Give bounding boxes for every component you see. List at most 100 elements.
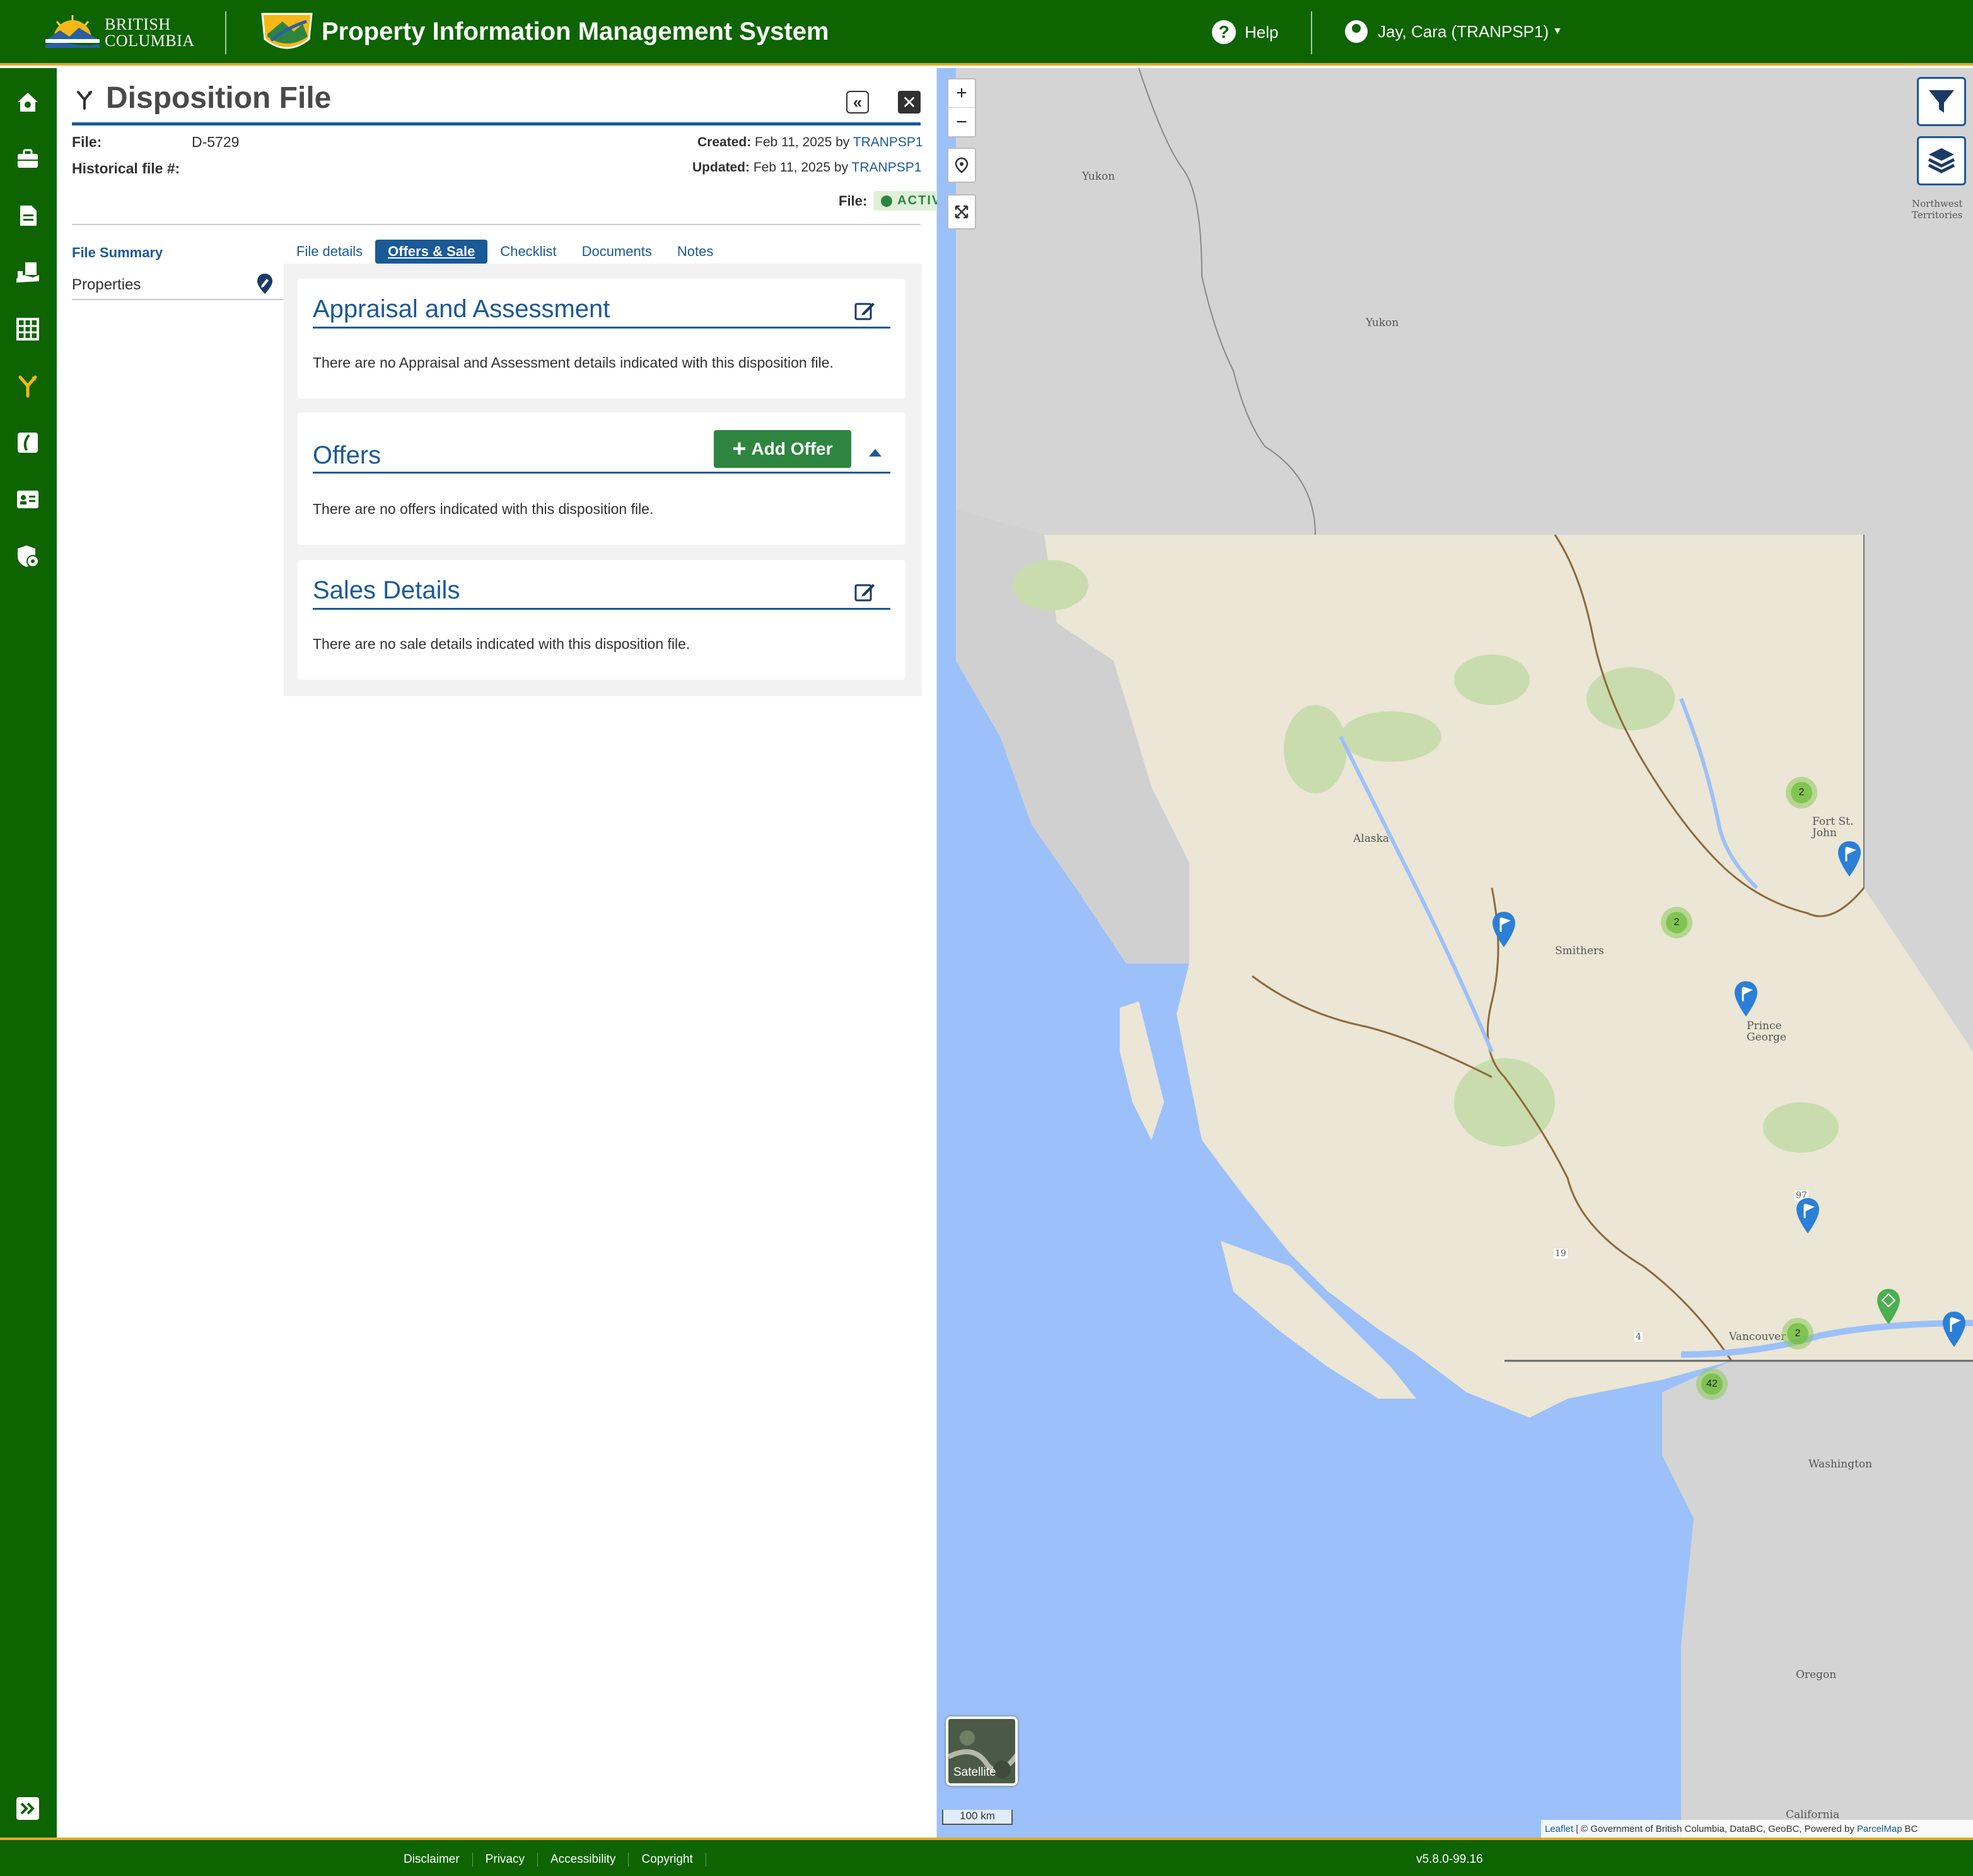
marker-cluster[interactable]: 42 [1696, 1368, 1728, 1400]
layers-button[interactable] [1917, 136, 1966, 185]
bc-wordmark: British Columbia [105, 16, 195, 49]
file-number: D-5729 [192, 134, 240, 150]
updated-by-link[interactable]: TRANPSP1 [852, 160, 922, 175]
caret-down-icon: ▼ [1552, 26, 1563, 37]
edit-icon[interactable] [854, 299, 876, 322]
footer-links: Disclaimer Privacy Accessibility Copyrig… [391, 1853, 706, 1867]
map-attribution: Leaflet | © Government of British Columb… [1541, 1820, 1973, 1838]
app-version: v5.8.0-99.16 [1416, 1853, 1483, 1866]
marker-cluster[interactable]: 2 [1782, 1318, 1813, 1349]
user-menu[interactable]: Jay, Cara (TRANPSP1) ▼ [1345, 20, 1563, 43]
title-underline [72, 122, 921, 125]
attribution-text: | © Government of British Columbia, Data… [1576, 1823, 1854, 1834]
updated-date: Feb 11, 2025 by [753, 160, 849, 175]
bc-government-logo[interactable]: British Columbia [44, 13, 195, 53]
parcelmap-link[interactable]: ParcelMap [1857, 1824, 1902, 1834]
map-marker-icon[interactable] [1491, 911, 1517, 948]
map-marker-icon[interactable] [1795, 1197, 1821, 1235]
app-header: British Columbia Property Information Ma… [0, 0, 1973, 66]
edit-icon[interactable] [854, 580, 876, 603]
footer-link-accessibility[interactable]: Accessibility [538, 1853, 629, 1867]
help-label: Help [1245, 22, 1279, 42]
pims-logo-icon [261, 13, 313, 49]
file-summary-link[interactable]: File Summary [72, 245, 163, 261]
footer-link-disclaimer[interactable]: Disclaimer [391, 1853, 473, 1867]
properties-item[interactable]: Properties [72, 274, 284, 300]
map-marker-icon[interactable] [1733, 980, 1759, 1018]
offers-sale-content: Appraisal and Assessment There are no Ap… [284, 264, 922, 696]
fullscreen-button[interactable] [947, 194, 976, 230]
map-label-fort-st-john-line1: Fort St. [1812, 815, 1854, 828]
map-label-prince-george-line2: George [1747, 1031, 1786, 1044]
chevron-up-icon[interactable] [869, 449, 882, 457]
app-title: Property Information Management System [322, 18, 829, 45]
footer-link-privacy[interactable]: Privacy [473, 1853, 538, 1867]
tab-checklist[interactable]: Checklist [487, 240, 569, 264]
map-label-prince-george: Prince George [1747, 1020, 1786, 1043]
user-name: Jay, Cara (TRANPSP1) [1378, 21, 1549, 41]
tab-file-details[interactable]: File details [284, 240, 375, 264]
leaflet-link[interactable]: Leaflet [1545, 1824, 1573, 1834]
filter-button[interactable] [1917, 77, 1966, 126]
close-panel-button[interactable]: ✕ [898, 91, 921, 114]
highway-4-shield: 4 [1634, 1332, 1643, 1342]
user-avatar-icon [1345, 20, 1368, 43]
map-label-alaska: Alaska [1353, 832, 1390, 845]
map-label-california: California [1786, 1809, 1840, 1821]
map-marker-icon[interactable] [1941, 1310, 1967, 1348]
tab-documents[interactable]: Documents [569, 240, 665, 264]
created-row: Created: Feb 11, 2025 by TRANPSP1 [697, 135, 923, 150]
map-view[interactable]: Yukon Yukon Northwest Territories Alaska… [937, 68, 1973, 1838]
created-date: Feb 11, 2025 by [755, 135, 850, 149]
created-label: Created: [697, 135, 752, 149]
add-offer-button[interactable]: + Add Offer [714, 430, 851, 468]
footer-link-copyright[interactable]: Copyright [629, 1853, 706, 1867]
expand-nav-icon[interactable] [13, 1793, 43, 1824]
collapse-panel-button[interactable]: « [846, 91, 869, 114]
cluster-count: 42 [1701, 1373, 1723, 1395]
cluster-count: 2 [1787, 1323, 1808, 1344]
zoom-in-button[interactable]: + [948, 79, 975, 108]
offers-empty-text: There are no offers indicated with this … [313, 501, 654, 517]
sales-empty-text: There are no sale details indicated with… [313, 636, 690, 652]
highway-19-shield: 19 [1554, 1249, 1568, 1259]
grid-icon[interactable] [13, 314, 43, 344]
add-offer-label: Add Offer [751, 439, 833, 458]
page-title: Disposition File [106, 81, 332, 115]
map-label-fort-st-john: Fort St. John [1812, 816, 1853, 839]
contact-card-icon[interactable] [13, 484, 43, 515]
home-icon[interactable] [13, 87, 43, 117]
disposition-icon[interactable] [13, 371, 43, 401]
tab-notes[interactable]: Notes [665, 240, 726, 264]
header-divider-2 [1311, 11, 1312, 54]
created-by-link[interactable]: TRANPSP1 [853, 135, 923, 149]
briefcase-icon[interactable] [13, 144, 43, 174]
side-navigation [0, 68, 57, 1838]
map-pin-edit-icon[interactable] [256, 272, 274, 295]
satellite-label: Satellite [953, 1766, 996, 1779]
close-icon: ✕ [902, 92, 917, 112]
plus-icon: + [732, 436, 747, 462]
help-button[interactable]: ? Help [1212, 20, 1278, 44]
offers-underline [313, 472, 890, 474]
appraisal-section: Appraisal and Assessment There are no Ap… [298, 279, 905, 399]
panel-title-row: Disposition File [72, 81, 331, 115]
historical-label: Historical file #: [72, 160, 180, 177]
status-dot-icon [881, 195, 893, 207]
offers-section: Offers + Add Offer There are no offers i… [298, 412, 905, 545]
map-basemap [956, 68, 1973, 1838]
tab-offers-sale[interactable]: Offers & Sale [375, 240, 488, 264]
disposition-icon [77, 90, 92, 110]
sales-underline [313, 608, 890, 610]
marker-cluster[interactable]: 2 [1786, 777, 1817, 808]
hand-holding-icon[interactable] [13, 257, 43, 288]
map-marker-green-icon[interactable] [1875, 1288, 1902, 1325]
satellite-toggle[interactable]: Satellite [946, 1716, 1018, 1786]
map-marker-icon[interactable] [1836, 840, 1863, 878]
admin-shield-icon[interactable] [13, 541, 43, 571]
marker-cluster[interactable]: 2 [1661, 907, 1692, 938]
road-icon[interactable] [13, 428, 43, 458]
zoom-out-button[interactable]: − [948, 108, 975, 136]
file-icon[interactable] [13, 201, 43, 231]
my-location-button[interactable] [947, 148, 976, 183]
